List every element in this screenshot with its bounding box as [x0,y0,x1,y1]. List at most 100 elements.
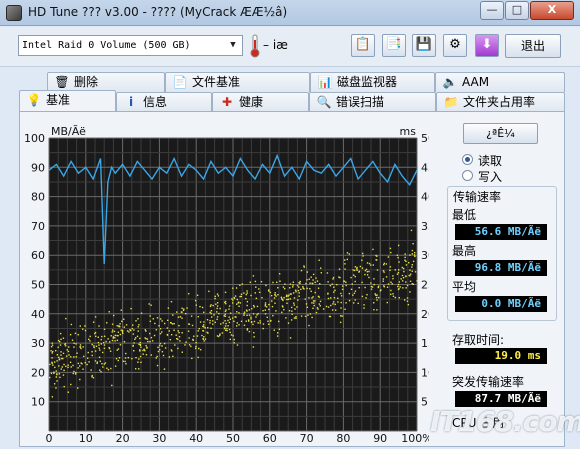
access-time-point [172,355,174,358]
tab-aam[interactable]: 🔈 AAM [435,72,565,92]
access-time-point [181,332,183,334]
access-time-point [131,324,134,326]
access-time-point [293,304,295,306]
exit-button[interactable]: 退出 [505,34,561,58]
options-button[interactable]: ⚙ [443,34,467,57]
down-button[interactable]: ⬇ [475,34,499,57]
access-time-point [243,292,245,294]
tab-benchmark[interactable]: 💡 基准 [19,90,116,112]
access-time-point [300,269,303,272]
access-time-point [332,276,335,279]
access-time-point [414,255,416,258]
access-time-point [227,325,229,327]
access-time-point [111,323,114,325]
access-time-point [281,311,283,314]
access-time-point [59,332,62,335]
tab-health[interactable]: ✚ 健康 [212,92,309,112]
tab-file-benchmark[interactable]: 📄 文件基准 [165,72,310,92]
minimize-button[interactable]: — [480,1,504,20]
access-time-point [364,273,366,276]
access-time-point [340,292,342,295]
access-time-point [353,302,355,304]
access-time-point [101,362,103,365]
start-button[interactable]: ¿ªÊ¼ [463,123,538,144]
access-time-point [194,299,197,302]
copy-icon: 📋 [354,37,372,52]
tab-info[interactable]: i 信息 [116,92,212,112]
access-time-point [137,318,139,320]
access-time-point [238,324,240,326]
access-time-point [212,323,214,325]
access-time-point [74,332,77,335]
maximize-button[interactable]: □ [505,1,529,20]
access-time-point [209,319,211,322]
access-time-point [239,302,242,304]
transfer-rate-label: 传输速率 [453,190,502,204]
access-time-point [361,252,364,255]
access-time-point [385,276,388,278]
access-time-point [350,276,352,279]
access-time-point [318,259,320,261]
tab-disk-monitor[interactable]: 📊 磁盘监视器 [310,72,435,92]
access-time-point [159,332,162,335]
access-time-point [111,384,113,387]
access-time-point [267,320,269,322]
read-radio[interactable]: 读取 [462,152,522,168]
access-time-point [96,361,99,363]
access-time-point [354,290,357,292]
access-time-point [397,256,399,259]
access-time-point [203,336,205,338]
access-time-point [166,327,169,329]
access-time-point [144,337,146,339]
access-time-point [406,284,409,287]
y-right-tick-label: 50 [421,132,429,145]
access-time-point [344,259,346,261]
access-time-point [121,331,124,333]
access-time-point [82,368,84,370]
access-time-point [79,325,81,327]
access-time-point [295,291,297,293]
window-title: HD Tune ??? v3.00 - ???? (MyCrack ÆÆ½â) [28,5,288,19]
access-time-point [240,293,243,295]
copy-button[interactable]: 📋 [351,34,375,57]
access-time-point [157,346,159,349]
save-button[interactable]: 💾 [412,34,436,57]
access-time-point [209,322,211,324]
chevron-down-icon[interactable]: ▼ [226,38,240,53]
write-radio[interactable]: 写入 [462,168,522,184]
access-time-point [411,253,414,255]
access-time-point [116,339,119,342]
access-time-point [262,323,265,325]
tab-erase[interactable]: 🗑 删除 [47,72,165,92]
access-time-point [392,275,394,277]
access-time-point [83,355,85,358]
access-time-point [291,310,293,312]
access-time-point [130,307,132,310]
access-time-point [99,349,101,351]
access-time-point [325,305,328,308]
access-time-point [173,329,175,331]
y-right-tick-label: 5 [421,396,428,409]
access-time-point [228,305,231,307]
tab-error-scan[interactable]: 🔍 错误扫描 [309,92,436,112]
access-time-point [161,320,163,322]
access-time-point [77,367,79,369]
access-time-point [289,287,291,289]
access-time-point [305,303,308,305]
access-time-point [168,356,171,358]
tab-folder-usage[interactable]: 📁 文件夹占用率 [436,92,565,112]
x-tick-label: 20 [116,432,130,445]
access-time-point [175,334,177,336]
access-time-point [292,281,295,283]
access-time-point [368,262,371,265]
close-button[interactable]: X [530,1,574,20]
write-radio-dot[interactable] [462,170,473,181]
access-time-point [309,288,311,290]
access-time-point [193,335,195,337]
drive-select[interactable]: Intel Raid 0 Volume (500 GB) ▼ [18,35,243,56]
access-time-point [406,300,409,302]
access-time-point [295,316,297,318]
read-radio-dot[interactable] [462,154,473,165]
copy-screen-button[interactable]: 📑 [382,34,406,57]
access-time-point [51,396,54,398]
